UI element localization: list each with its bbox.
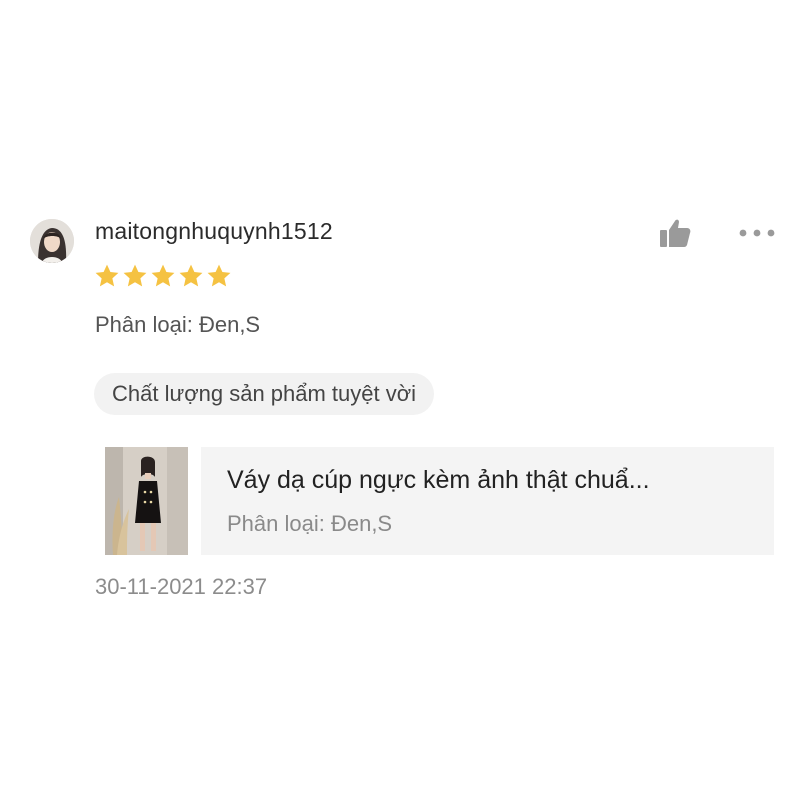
product-info[interactable]: Váy dạ cúp ngực kèm ảnh thật chuẩ... Phâ… <box>201 447 774 555</box>
more-options-button[interactable] <box>736 222 778 244</box>
review-timestamp: 30-11-2021 22:37 <box>95 574 268 599</box>
variant-label: Phân loại: Đen,S <box>95 312 261 337</box>
product-card[interactable]: Váy dạ cúp ngực kèm ảnh thật chuẩ... Phâ… <box>105 447 774 555</box>
product-thumbnail[interactable] <box>105 447 188 555</box>
product-variant: Phân loại: Đen,S <box>227 511 393 536</box>
star-icon <box>151 264 175 287</box>
review-tag: Chất lượng sản phẩm tuyệt vời <box>94 373 435 415</box>
review-item: maitongnhuquynh1512 Phân loại: Đen,S Chấ… <box>0 0 800 800</box>
star-icon <box>95 264 119 287</box>
thumbs-up-icon <box>660 219 691 247</box>
like-button[interactable] <box>658 216 694 250</box>
star-icon <box>207 264 231 287</box>
star-icon <box>179 264 203 287</box>
star-icon <box>123 264 147 287</box>
avatar[interactable] <box>30 219 74 263</box>
more-options-icon <box>739 229 775 237</box>
product-title[interactable]: Váy dạ cúp ngực kèm ảnh thật chuẩ... <box>227 466 757 495</box>
star-rating <box>93 262 233 290</box>
username[interactable]: maitongnhuquynh1512 <box>95 218 333 245</box>
